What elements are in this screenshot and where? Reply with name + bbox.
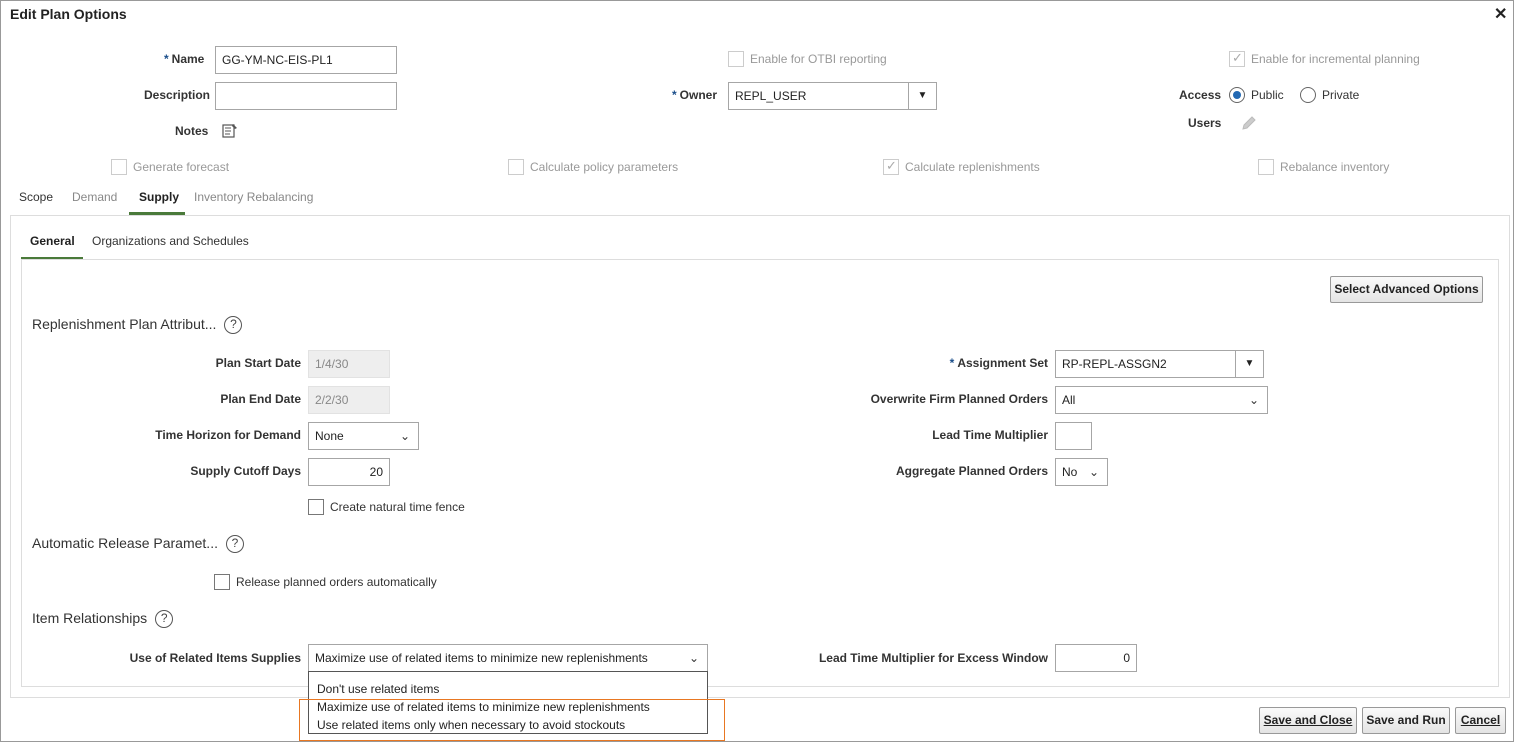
tab-supply[interactable]: Supply (139, 190, 179, 204)
save-and-run-button[interactable]: Save and Run (1362, 707, 1450, 734)
access-private-label: Private (1322, 88, 1360, 102)
save-and-close-button[interactable]: Save and Close (1259, 707, 1357, 734)
calc-policy-checkbox[interactable]: Calculate policy parameters (508, 159, 678, 175)
users-label: Users (1188, 116, 1222, 130)
plan-end-input: 2/2/30 (308, 386, 390, 414)
time-horizon-select[interactable]: None ⌄ (308, 422, 419, 450)
chevron-down-icon: ⌄ (1248, 393, 1259, 407)
overwrite-firm-value: All (1062, 393, 1076, 407)
rebalance-box[interactable] (1258, 159, 1274, 175)
edit-plan-options-dialog: Edit Plan Options ✕ * Name GG-YM-NC-EIS-P… (0, 0, 1514, 742)
help-icon[interactable]: ? (225, 535, 244, 554)
rebalance-label: Rebalance inventory (1280, 160, 1390, 174)
notes-icon[interactable] (222, 123, 238, 142)
section-item-relationships: Item Relationships? (32, 610, 174, 629)
owner-label: * Owner (672, 88, 718, 102)
incremental-checkbox-label: Enable for incremental planning (1251, 52, 1420, 66)
overwrite-firm-select[interactable]: All ⌄ (1055, 386, 1268, 414)
rebalance-checkbox[interactable]: Rebalance inventory (1258, 159, 1389, 175)
dropdown-option[interactable]: Don't use related items (309, 680, 707, 698)
excess-window-input[interactable]: 0 (1055, 644, 1137, 672)
cancel-label: Cancel (1460, 713, 1501, 727)
chevron-down-icon: ⌄ (1088, 465, 1099, 479)
lead-time-multiplier-input[interactable] (1055, 422, 1092, 450)
generate-forecast-label: Generate forecast (133, 160, 230, 174)
section-replenishment-attributes: Replenishment Plan Attribut...? (32, 316, 243, 335)
access-public-radio[interactable]: Public (1229, 87, 1284, 103)
help-icon[interactable]: ? (224, 316, 243, 335)
calc-replenishments-checkbox[interactable]: Calculate replenishments (883, 158, 1040, 175)
highlight-box (299, 699, 725, 741)
otbi-checkbox-label: Enable for OTBI reporting (750, 52, 887, 66)
generate-forecast-checkbox[interactable]: Generate forecast (111, 159, 229, 175)
access-label: Access (1179, 88, 1222, 102)
dropdown-arrow-icon[interactable]: ▼ (1235, 351, 1263, 377)
incremental-checkbox[interactable]: Enable for incremental planning (1229, 50, 1420, 67)
tab-demand[interactable]: Demand (72, 190, 117, 204)
overwrite-firm-label: Overwrite Firm Planned Orders (870, 392, 1048, 406)
aggregate-planned-label: Aggregate Planned Orders (895, 464, 1048, 478)
plan-end-label: Plan End Date (220, 392, 301, 406)
section-attributes-title: Replenishment Plan Attribut... (32, 316, 217, 332)
notes-label: Notes (175, 124, 209, 138)
calc-replenishments-label: Calculate replenishments (905, 160, 1040, 174)
time-horizon-label: Time Horizon for Demand (155, 428, 301, 442)
radio-private-icon[interactable] (1300, 87, 1316, 103)
close-icon[interactable]: ✕ (1494, 4, 1507, 24)
calc-policy-box[interactable] (508, 159, 524, 175)
access-public-label: Public (1251, 88, 1284, 102)
section-items-title: Item Relationships (32, 610, 148, 626)
aggregate-planned-select[interactable]: No ⌄ (1055, 458, 1108, 486)
save-and-close-label: Save and Close (1263, 713, 1353, 727)
description-input[interactable] (215, 82, 397, 110)
supply-cutoff-label: Supply Cutoff Days (190, 464, 301, 478)
dropdown-arrow-icon[interactable]: ▼ (908, 83, 936, 109)
plan-start-input: 1/4/30 (308, 350, 390, 378)
select-advanced-options-button[interactable]: Select Advanced Options (1330, 276, 1483, 303)
time-horizon-value: None (315, 429, 344, 443)
tab-scope[interactable]: Scope (19, 190, 53, 204)
subtab-general[interactable]: General (30, 234, 75, 248)
otbi-checkbox[interactable]: Enable for OTBI reporting (728, 51, 887, 67)
chevron-down-icon: ⌄ (688, 651, 699, 665)
radio-public-icon[interactable] (1229, 87, 1245, 103)
edit-pencil-icon[interactable] (1241, 115, 1257, 134)
access-private-radio[interactable]: Private (1300, 87, 1359, 103)
assignment-set-select[interactable]: RP-REPL-ASSGN2 ▼ (1055, 350, 1264, 378)
release-automatically-checkbox[interactable]: Release planned orders automatically (214, 574, 437, 590)
section-release-title: Automatic Release Paramet... (32, 535, 218, 551)
calc-policy-label: Calculate policy parameters (530, 160, 679, 174)
subtab-organizations-schedules[interactable]: Organizations and Schedules (92, 234, 249, 248)
calc-replenishments-box[interactable] (883, 158, 899, 175)
dialog-title: Edit Plan Options (10, 6, 127, 22)
tab-inventory-rebalancing[interactable]: Inventory Rebalancing (194, 190, 313, 204)
plan-start-label: Plan Start Date (215, 356, 301, 370)
generate-forecast-box[interactable] (111, 159, 127, 175)
assignment-set-value: RP-REPL-ASSGN2 (1062, 357, 1167, 371)
owner-value: REPL_USER (735, 89, 807, 103)
owner-select[interactable]: REPL_USER ▼ (728, 82, 937, 110)
release-automatically-box[interactable] (214, 574, 230, 590)
supply-cutoff-input[interactable]: 20 (308, 458, 390, 486)
related-items-label: Use of Related Items Supplies (129, 651, 301, 665)
natural-time-fence-label: Create natural time fence (330, 500, 465, 514)
assignment-set-label: * Assignment Set (949, 356, 1048, 370)
natural-time-fence-box[interactable] (308, 499, 324, 515)
release-automatically-label: Release planned orders automatically (236, 575, 437, 589)
description-label: Description (144, 88, 211, 102)
natural-time-fence-checkbox[interactable]: Create natural time fence (308, 499, 465, 515)
section-automatic-release: Automatic Release Paramet...? (32, 535, 244, 554)
aggregate-planned-value: No (1062, 465, 1078, 479)
related-items-value: Maximize use of related items to minimiz… (315, 651, 648, 665)
incremental-checkbox-box[interactable] (1229, 50, 1245, 67)
lead-time-multiplier-label: Lead Time Multiplier (932, 428, 1048, 442)
related-items-select[interactable]: Maximize use of related items to minimiz… (308, 644, 708, 672)
otbi-checkbox-box[interactable] (728, 51, 744, 67)
help-icon[interactable]: ? (155, 610, 174, 629)
name-input[interactable]: GG-YM-NC-EIS-PL1 (215, 46, 397, 74)
cancel-button[interactable]: Cancel (1455, 707, 1506, 734)
excess-window-label: Lead Time Multiplier for Excess Window (818, 651, 1048, 665)
chevron-down-icon: ⌄ (399, 429, 410, 443)
name-label: * Name (164, 52, 205, 66)
